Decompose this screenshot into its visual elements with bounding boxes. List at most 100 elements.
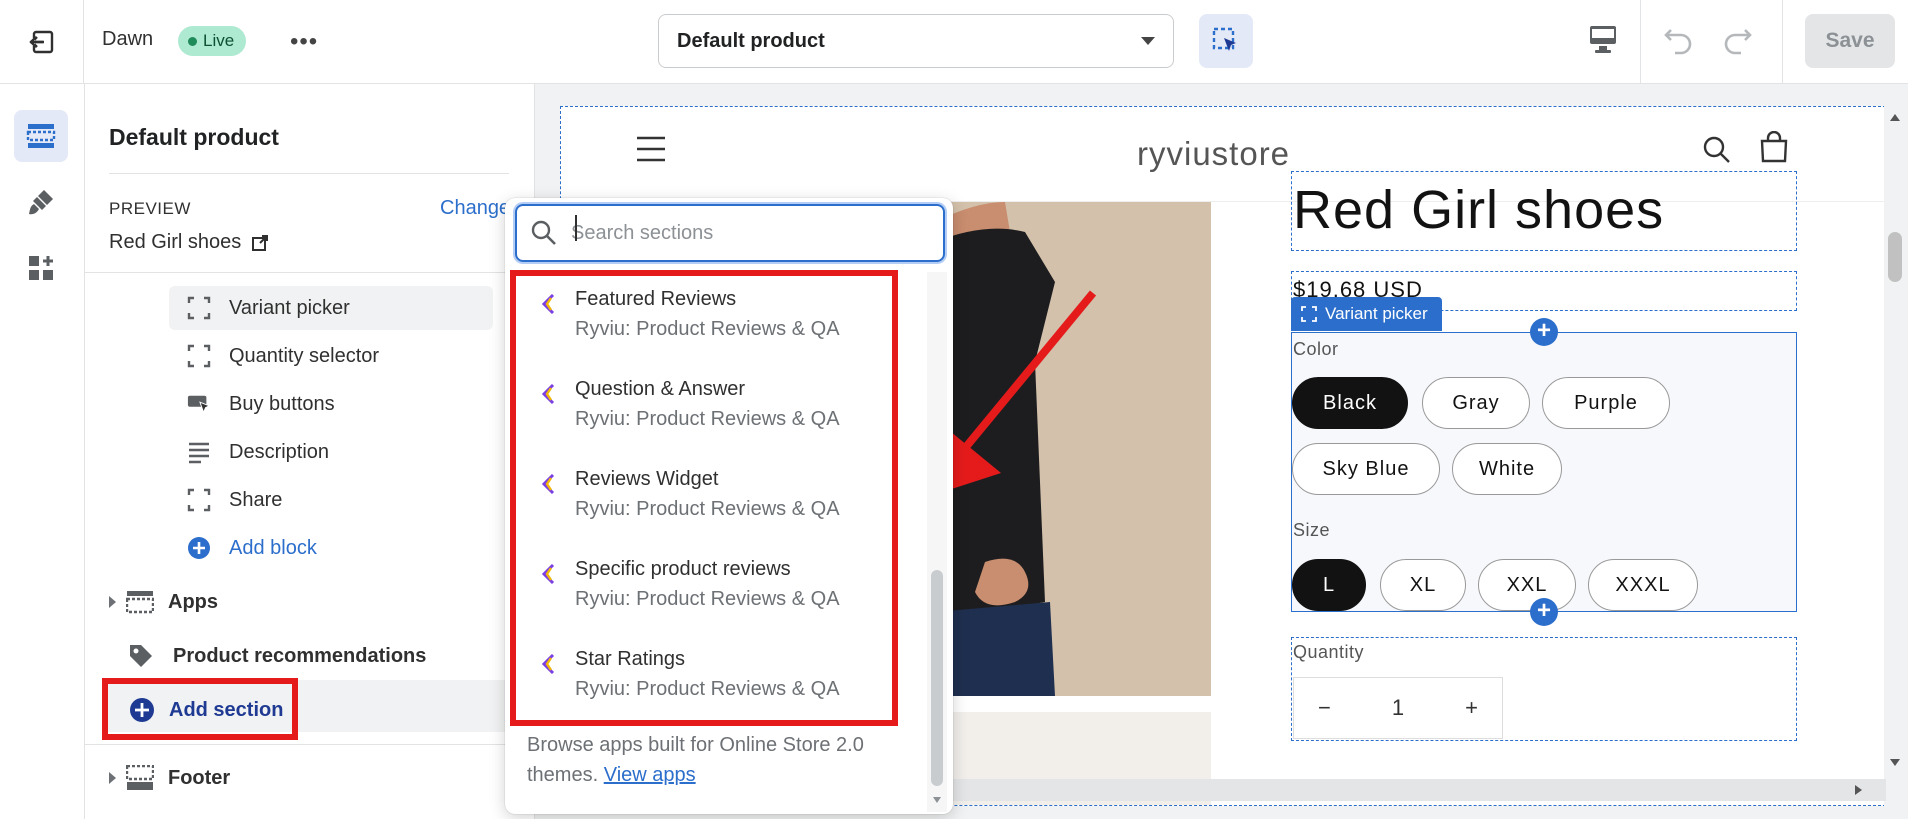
store-name[interactable]: ryviustore — [1137, 135, 1290, 173]
preview-label: PREVIEW — [109, 199, 191, 218]
external-link-icon — [252, 234, 269, 251]
chevron-down-icon — [1141, 37, 1155, 45]
quantity-minus-button[interactable]: − — [1318, 695, 1331, 721]
color-option-purple[interactable]: Purple — [1542, 377, 1670, 429]
block-buy-buttons[interactable]: Buy buttons — [169, 382, 534, 426]
block-share[interactable]: Share — [169, 478, 534, 522]
section-product-recommendations[interactable]: Product recommendations — [127, 634, 527, 678]
add-section-popover: Featured Reviews Ryviu: Product Reviews … — [505, 198, 953, 814]
preview-vertical-scrollbar[interactable] — [1884, 106, 1906, 806]
footer-section-icon — [126, 765, 154, 790]
quantity-stepper[interactable]: − 1 + — [1293, 677, 1503, 739]
section-option-star-ratings[interactable]: Star Ratings Ryviu: Product Reviews & QA — [521, 642, 911, 732]
size-option-xl[interactable]: XL — [1380, 559, 1466, 611]
section-apps[interactable]: Apps — [109, 580, 509, 624]
buy-buttons-icon — [187, 392, 211, 416]
ryviu-app-icon — [541, 564, 555, 584]
rail-sections-button[interactable] — [14, 110, 68, 162]
block-label: Quantity selector — [229, 344, 380, 367]
ryviu-app-icon — [541, 384, 555, 404]
quantity-plus-button[interactable]: + — [1465, 695, 1478, 721]
size-option-l[interactable]: L — [1292, 559, 1366, 611]
section-label: Apps — [168, 590, 218, 613]
section-icon — [126, 591, 154, 614]
color-option-white[interactable]: White — [1452, 443, 1562, 495]
product-title: Red Girl shoes — [1293, 180, 1665, 240]
divider — [85, 744, 534, 745]
section-label: Footer — [168, 766, 231, 789]
color-option-black[interactable]: Black — [1292, 377, 1408, 429]
scroll-down-icon[interactable] — [932, 796, 942, 804]
section-option-question-answer[interactable]: Question & Answer Ryviu: Product Reviews… — [521, 372, 911, 462]
section-option-specific-product-reviews[interactable]: Specific product reviews Ryviu: Product … — [521, 552, 911, 642]
more-actions-button[interactable]: ••• — [290, 28, 318, 56]
section-option-featured-reviews[interactable]: Featured Reviews Ryviu: Product Reviews … — [521, 282, 911, 372]
status-badge: Live — [178, 26, 247, 56]
add-block-plus-icon[interactable]: + — [1530, 318, 1558, 346]
block-label: Share — [229, 488, 283, 511]
undo-button[interactable] — [1662, 24, 1696, 63]
section-option-reviews-widget[interactable]: Reviews Widget Ryviu: Product Reviews & … — [521, 462, 911, 552]
undo-icon — [1664, 29, 1692, 55]
rail-theme-settings-button[interactable] — [14, 176, 68, 228]
block-quantity-selector[interactable]: Quantity selector — [169, 334, 534, 378]
sections-sidebar: Default product PREVIEW Change Red Girl … — [85, 84, 535, 819]
block-description[interactable]: Description — [169, 430, 534, 474]
section-option-name: Featured Reviews — [575, 288, 737, 310]
redo-button[interactable] — [1720, 24, 1754, 63]
quantity-value: 1 — [1391, 695, 1405, 720]
theme-name: Dawn — [102, 28, 154, 50]
exit-icon — [28, 30, 53, 54]
color-option-sky-blue[interactable]: Sky Blue — [1292, 443, 1440, 495]
redo-icon — [1724, 29, 1752, 55]
inspector-toggle-button[interactable] — [1199, 14, 1253, 68]
preview-scroll-thumb[interactable] — [1888, 232, 1902, 282]
variant-frame-icon — [187, 296, 211, 320]
exit-button[interactable] — [0, 0, 84, 84]
preview-product-link[interactable]: Red Girl shoes — [109, 231, 269, 254]
divider — [109, 173, 509, 174]
text-lines-icon — [187, 440, 211, 464]
section-option-name: Reviews Widget — [575, 468, 719, 490]
popover-scroll-thumb[interactable] — [931, 570, 943, 786]
template-select[interactable]: Default product — [658, 14, 1174, 68]
color-option-gray[interactable]: Gray — [1422, 377, 1530, 429]
scroll-up-icon[interactable] — [1889, 112, 1901, 122]
cart-icon[interactable] — [1757, 131, 1791, 165]
size-option-xxxl[interactable]: XXXL — [1588, 559, 1698, 611]
color-label: Color — [1293, 339, 1339, 359]
block-label: Description — [229, 440, 330, 463]
variant-frame-icon — [187, 488, 211, 512]
hamburger-menu-icon[interactable] — [635, 133, 667, 165]
section-footer[interactable]: Footer — [109, 756, 509, 800]
section-option-app: Ryviu: Product Reviews & QA — [575, 318, 840, 340]
search-icon — [531, 220, 556, 245]
block-variant-picker[interactable]: Variant picker — [169, 286, 493, 330]
scroll-down-icon[interactable] — [1889, 758, 1901, 768]
view-apps-link[interactable]: View apps — [604, 764, 696, 786]
section-option-app: Ryviu: Product Reviews & QA — [575, 588, 840, 610]
section-search-field[interactable] — [515, 204, 945, 262]
desktop-view-button[interactable] — [1588, 20, 1618, 65]
search-icon[interactable] — [1702, 135, 1732, 165]
size-option-xxl[interactable]: XXL — [1478, 559, 1576, 611]
add-section-button[interactable]: Add section — [103, 680, 309, 740]
section-search-input[interactable] — [571, 221, 891, 245]
save-button[interactable]: Save — [1805, 14, 1895, 68]
section-option-name: Specific product reviews — [575, 558, 791, 580]
block-label: Variant picker — [229, 296, 350, 319]
plus-circle-icon — [187, 536, 211, 560]
add-block-button[interactable]: Add block — [169, 526, 534, 570]
variant-frame-icon — [1301, 306, 1317, 322]
expand-arrow-icon — [109, 772, 116, 784]
scroll-right-icon[interactable] — [1854, 784, 1864, 796]
add-block-plus-icon[interactable]: + — [1530, 598, 1558, 626]
rail-apps-button[interactable] — [14, 242, 68, 294]
browse-apps-text: Browse apps built for Online Store 2.0 t… — [527, 730, 917, 790]
add-block-label: Add block — [229, 536, 317, 559]
tag-icon — [130, 645, 152, 667]
change-preview-link[interactable]: Change — [440, 197, 510, 220]
variant-picker-tag: Variant picker — [1291, 297, 1442, 331]
section-label: Product recommendations — [173, 644, 427, 667]
section-option-name: Question & Answer — [575, 378, 746, 400]
